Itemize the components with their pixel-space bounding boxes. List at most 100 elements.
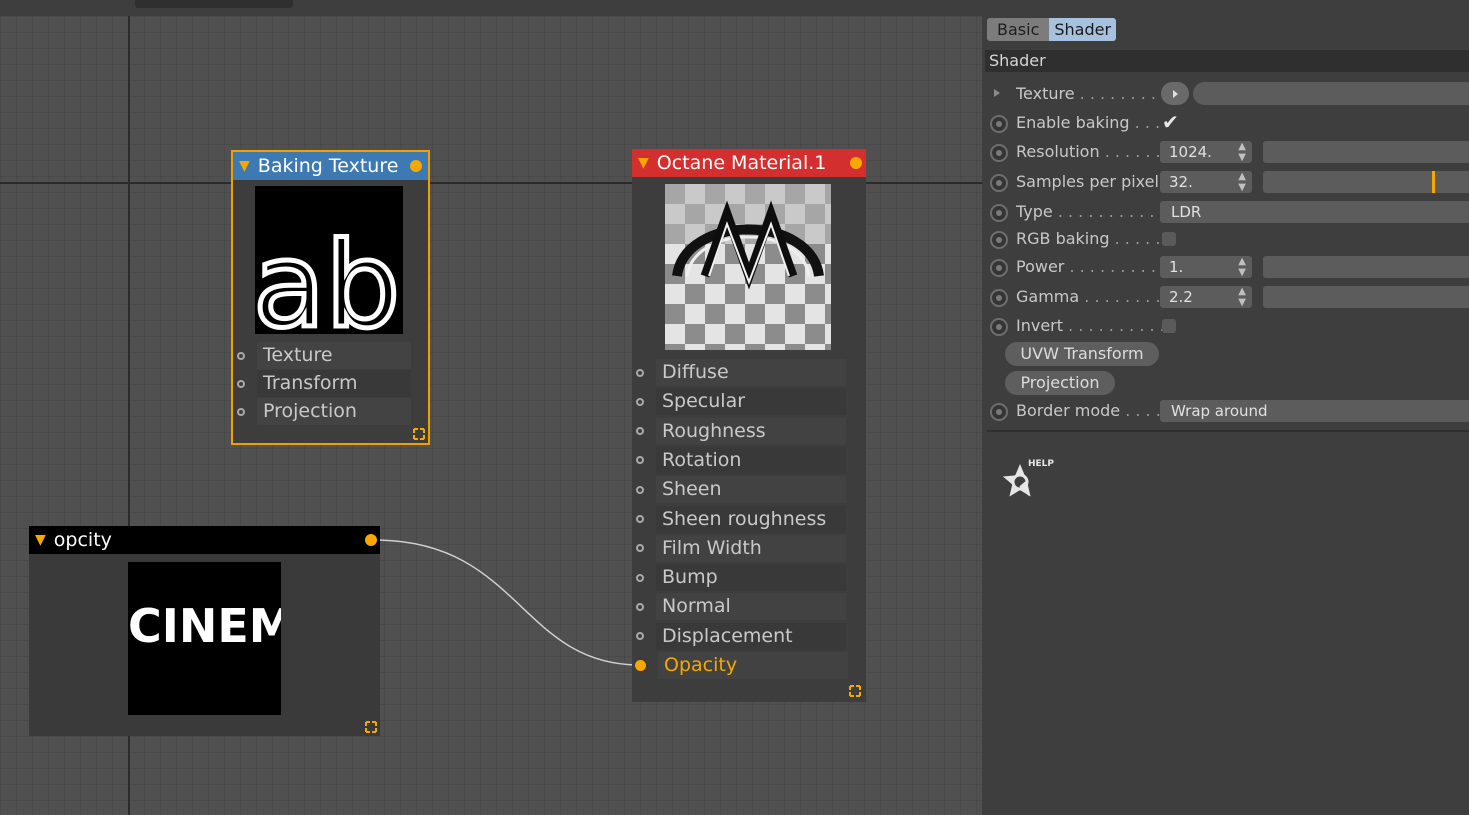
power-field[interactable]: 1. ▲ ▼ — [1160, 256, 1252, 278]
collapse-triangle-icon[interactable]: ▼ — [35, 532, 46, 548]
port-film-width[interactable]: Film Width — [632, 534, 846, 562]
resolution-field[interactable]: 1024. ▲ ▼ — [1160, 141, 1252, 163]
row-resolution: Resolution . . . . . . 1024. ▲ ▼ — [982, 138, 1469, 166]
border-mode-dropdown[interactable]: Wrap around — [1160, 400, 1469, 422]
port-texture[interactable]: Texture — [233, 342, 411, 369]
animate-radio-icon[interactable] — [990, 289, 1008, 307]
row-invert: Invert . . . . . . . . . . — [982, 312, 1469, 340]
input-port-dot[interactable] — [635, 660, 646, 671]
port-sheen-roughness[interactable]: Sheen roughness — [632, 505, 846, 533]
row-samples-per-pixel: Samples per pixel 32. ▲ ▼ — [982, 168, 1469, 196]
port-transform[interactable]: Transform — [233, 370, 411, 397]
expand-arrow-icon[interactable] — [994, 89, 1000, 97]
input-port-dot[interactable] — [636, 397, 644, 406]
texture-menu-button[interactable] — [1161, 82, 1189, 105]
port-rotation[interactable]: Rotation — [632, 446, 846, 474]
port-opacity[interactable]: Opacity — [632, 652, 848, 679]
node-title: opcity — [53, 529, 112, 551]
uvw-transform-button[interactable]: UVW Transform — [1005, 342, 1159, 366]
input-port-dot[interactable] — [636, 515, 644, 523]
input-port-dot[interactable] — [636, 573, 644, 582]
opcity-node-header[interactable]: ▼ opcity — [29, 526, 380, 554]
input-port-dot[interactable] — [636, 427, 644, 436]
row-power: Power . . . . . . . . . . 1. ▲ ▼ — [982, 253, 1469, 281]
spinner-arrows-icon[interactable]: ▲ ▼ — [1238, 141, 1246, 163]
input-port-dot[interactable] — [636, 632, 644, 641]
samples-field[interactable]: 32. ▲ ▼ — [1160, 171, 1252, 193]
input-port-dot[interactable] — [636, 544, 644, 553]
output-port-dot[interactable] — [365, 534, 377, 546]
port-roughness[interactable]: Roughness — [632, 417, 846, 445]
animate-radio-icon[interactable] — [990, 204, 1008, 222]
port-sheen[interactable]: Sheen — [632, 476, 846, 504]
input-port-dot[interactable] — [237, 407, 245, 416]
panel-tabs: Basic Shader — [987, 18, 1117, 41]
port-diffuse[interactable]: Diffuse — [632, 359, 846, 386]
invert-checkbox[interactable] — [1162, 319, 1176, 333]
input-port-dot[interactable] — [636, 602, 644, 611]
projection-button[interactable]: Projection — [1005, 371, 1115, 395]
row-label: Enable baking — [1016, 113, 1130, 132]
output-port-dot[interactable] — [410, 160, 422, 172]
gamma-field[interactable]: 2.2 ▲ ▼ — [1160, 286, 1252, 308]
port-normal[interactable]: Normal — [632, 593, 846, 621]
spinner-arrows-icon[interactable]: ▲ ▼ — [1238, 286, 1246, 308]
row-enable-baking: Enable baking . . . ✔ — [982, 109, 1469, 137]
row-label: Gamma — [1016, 287, 1080, 306]
opcity-preview: CINEM — [128, 562, 281, 715]
input-port-dot[interactable] — [636, 456, 644, 465]
animate-radio-icon[interactable] — [990, 259, 1008, 277]
resolution-slider[interactable] — [1263, 141, 1469, 163]
input-port-dot[interactable] — [237, 351, 245, 360]
tab-shader[interactable]: Shader — [1049, 18, 1117, 41]
resize-handle-icon[interactable] — [413, 428, 425, 440]
resize-handle-icon[interactable] — [365, 721, 377, 733]
slider-thumb[interactable] — [1431, 171, 1435, 193]
node-title: Baking Texture — [257, 155, 399, 177]
animate-radio-icon[interactable] — [990, 403, 1008, 421]
input-port-dot[interactable] — [636, 368, 644, 377]
row-border-mode: Border mode . . . . Wrap around — [982, 397, 1469, 425]
row-rgb-baking: RGB baking . . . . . — [982, 225, 1469, 253]
output-port-dot[interactable] — [850, 157, 862, 169]
animate-radio-icon[interactable] — [990, 144, 1008, 162]
port-specular[interactable]: Specular — [632, 388, 846, 416]
port-bump[interactable]: Bump — [632, 564, 846, 592]
baking-texture-node-header[interactable]: ▼ Baking Texture — [233, 152, 428, 180]
row-label: Power — [1016, 257, 1065, 276]
tab-basic[interactable]: Basic — [987, 18, 1050, 41]
enable-baking-checkbox[interactable]: ✔ — [1162, 110, 1179, 134]
rgb-baking-checkbox[interactable] — [1162, 232, 1176, 246]
animate-radio-icon[interactable] — [990, 318, 1008, 336]
spinner-arrows-icon[interactable]: ▲ ▼ — [1238, 171, 1246, 193]
input-port-dot[interactable] — [237, 379, 245, 388]
type-dropdown[interactable]: LDR — [1160, 201, 1469, 223]
resize-handle-icon[interactable] — [849, 685, 861, 697]
toolbar-tab[interactable] — [135, 0, 293, 8]
preview-text: ab — [255, 216, 400, 334]
power-slider[interactable] — [1263, 256, 1469, 278]
row-label: Type — [1016, 202, 1053, 221]
octane-material-node-header[interactable]: ▼ Octane Material.1 — [632, 149, 866, 177]
preview-text: CINEM — [128, 599, 281, 653]
top-toolbar-strip — [0, 0, 1469, 16]
row-gamma: Gamma . . . . . . . . 2.2 ▲ ▼ — [982, 283, 1469, 311]
animate-radio-icon[interactable] — [990, 231, 1008, 249]
collapse-triangle-icon[interactable]: ▼ — [239, 158, 250, 174]
port-displacement[interactable]: Displacement — [632, 622, 846, 650]
port-projection[interactable]: Projection — [233, 398, 411, 425]
collapse-triangle-icon[interactable]: ▼ — [638, 155, 649, 171]
opcity-node[interactable]: ▼ opcity CINEM — [29, 526, 380, 736]
node-editor-canvas[interactable]: ▼ Baking Texture ab Texture Transform Pr… — [0, 0, 982, 815]
help-octane-icon[interactable]: HELP — [998, 454, 1058, 504]
baking-texture-node[interactable]: ▼ Baking Texture ab Texture Transform Pr… — [231, 150, 430, 445]
row-label: Border mode — [1016, 401, 1121, 420]
texture-field[interactable] — [1193, 82, 1469, 105]
spinner-arrows-icon[interactable]: ▲ ▼ — [1238, 256, 1246, 278]
gamma-slider[interactable] — [1263, 286, 1469, 308]
animate-radio-icon[interactable] — [990, 174, 1008, 192]
animate-radio-icon[interactable] — [990, 115, 1008, 133]
input-port-dot[interactable] — [636, 485, 644, 494]
octane-material-node[interactable]: ▼ Octane Material.1 Diffuse Specular Rou… — [632, 149, 866, 702]
samples-slider[interactable] — [1263, 171, 1469, 193]
